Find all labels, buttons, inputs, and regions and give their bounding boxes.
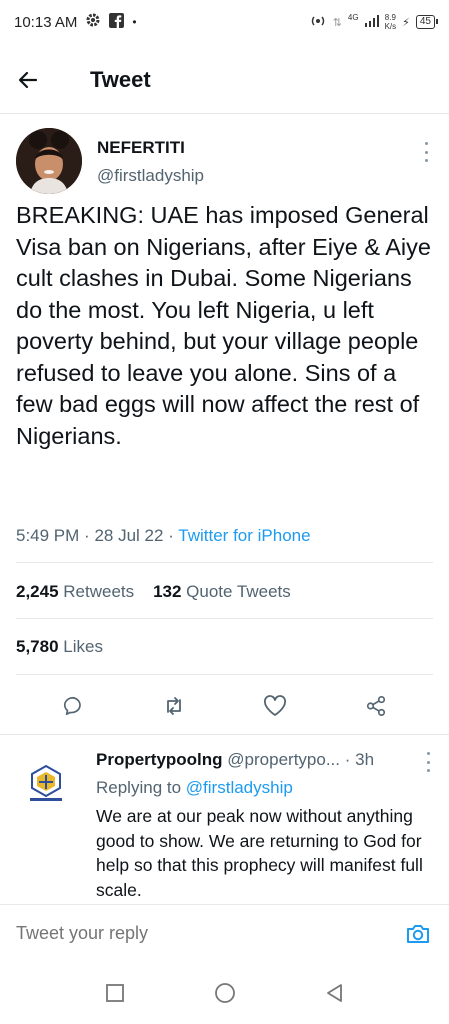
author-row: NEFERTITI @firstladyship: [0, 126, 449, 204]
likes-link[interactable]: 5,780 Likes: [16, 637, 103, 656]
reply-author-handle[interactable]: @propertypo...: [227, 750, 340, 769]
meta-divider: [16, 562, 433, 563]
replying-mention[interactable]: @firstladyship: [186, 778, 293, 797]
signal-icon: [364, 14, 379, 30]
tweet-source-link[interactable]: Twitter for iPhone: [178, 526, 310, 545]
reply-avatar[interactable]: [22, 760, 70, 808]
likes-label: Likes: [63, 637, 103, 656]
reply-header: Propertypoolng @propertypo... · 3h: [96, 750, 436, 770]
status-bar: 10:13 AM • ⇅ 4G 8.9 K/s ⚡ 45: [0, 0, 449, 44]
actions-divider: [0, 734, 449, 735]
likes-divider: [16, 674, 433, 675]
quotes-label: Quote Tweets: [186, 582, 291, 601]
author-name[interactable]: NEFERTITI: [97, 138, 185, 158]
retweet-stats: 2,245 Retweets 132 Quote Tweets: [16, 582, 291, 602]
retweets-count: 2,245: [16, 582, 59, 601]
network-type: 4G: [347, 13, 359, 22]
header-divider: [0, 113, 449, 114]
meta-separator: ·: [168, 526, 174, 545]
more-options-icon[interactable]: [421, 142, 431, 162]
net-speed: 8.9 K/s: [384, 13, 397, 31]
wifi-off-icon: ⚡: [402, 16, 410, 29]
retweets-label: Retweets: [63, 582, 135, 601]
meta-separator: ·: [84, 526, 90, 545]
author-handle[interactable]: @firstladyship: [97, 166, 204, 186]
quotes-count: 132: [153, 582, 182, 601]
reply-text: We are at our peak now without anything …: [96, 806, 423, 900]
reply-tweet[interactable]: Propertypoolng @propertypo... · 3h Reply…: [0, 738, 449, 900]
system-nav-bar: [0, 966, 449, 1024]
camera-icon[interactable]: [403, 919, 433, 949]
retweets-link[interactable]: 2,245 Retweets: [16, 582, 134, 601]
tweet-meta: 5:49 PM · 28 Jul 22 · Twitter for iPhone: [16, 526, 311, 546]
gear-icon: [85, 12, 101, 32]
reply-icon[interactable]: [58, 691, 88, 721]
reply-time: · 3h: [344, 750, 375, 769]
status-time: 10:13 AM: [14, 13, 78, 31]
like-icon[interactable]: [260, 691, 290, 721]
page-title: Tweet: [90, 67, 151, 92]
tweet-text: BREAKING: UAE has imposed General Visa b…: [16, 202, 431, 449]
tweet-actions: [0, 686, 449, 726]
share-icon[interactable]: [361, 691, 391, 721]
hotspot-icon: [309, 15, 327, 30]
home-icon[interactable]: [214, 982, 236, 1009]
data-arrows-icon: ⇅: [332, 16, 342, 29]
main-tweet: NEFERTITI @firstladyship BREAKING: UAE h…: [0, 126, 449, 545]
app-header: Tweet: [0, 52, 449, 108]
likes-stats: 5,780 Likes: [16, 637, 103, 657]
tweet-time: 5:49 PM: [16, 526, 80, 545]
tweet-date: 28 Jul 22: [94, 526, 164, 545]
quote-tweets-link[interactable]: 132 Quote Tweets: [153, 582, 291, 601]
facebook-icon: [109, 12, 125, 32]
reply-input[interactable]: [16, 923, 403, 944]
dot-icon: •: [132, 15, 137, 29]
reply-bar: [0, 904, 449, 962]
back-arrow-icon[interactable]: [16, 60, 56, 100]
reply-more-options-icon[interactable]: [423, 752, 433, 772]
avatar[interactable]: [16, 128, 82, 194]
battery-indicator: 45: [415, 15, 439, 29]
retweet-icon[interactable]: [159, 691, 189, 721]
back-icon[interactable]: [325, 983, 345, 1008]
recents-icon[interactable]: [105, 983, 125, 1008]
likes-count: 5,780: [16, 637, 59, 656]
replying-prefix: Replying to: [96, 778, 182, 797]
stats-divider: [16, 618, 433, 619]
reply-author-name[interactable]: Propertypoolng: [96, 750, 223, 769]
replying-to: Replying to @firstladyship: [96, 778, 293, 798]
